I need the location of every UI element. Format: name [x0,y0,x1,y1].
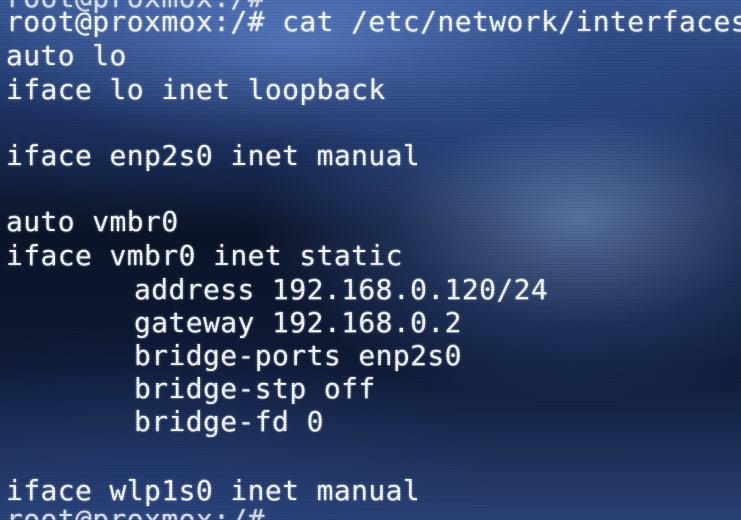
gateway-line: gateway 192.168.0.2 [134,306,462,339]
bridge-ports-line: bridge-ports enp2s0 [134,339,462,372]
address-line: address 192.168.0.120/24 [134,273,549,306]
iface-vmbr0-line: iface vmbr0 inet static [6,239,403,272]
terminal-screen[interactable]: root@proxmox:/# root@proxmox:/# cat /etc… [0,0,741,520]
iface-lo-line: iface lo inet loopback [6,73,386,106]
prompt-command-line: root@proxmox:/# cat /etc/network/interfa… [6,5,741,38]
auto-vmbr0-line: auto vmbr0 [6,205,179,238]
bridge-fd-line: bridge-fd 0 [134,405,324,438]
bridge-stp-line: bridge-stp off [134,372,376,405]
next-prompt-line: root@proxmox:/# [6,503,265,520]
iface-enp2s0-line: iface enp2s0 inet manual [6,139,421,172]
auto-lo-line: auto lo [6,39,127,72]
